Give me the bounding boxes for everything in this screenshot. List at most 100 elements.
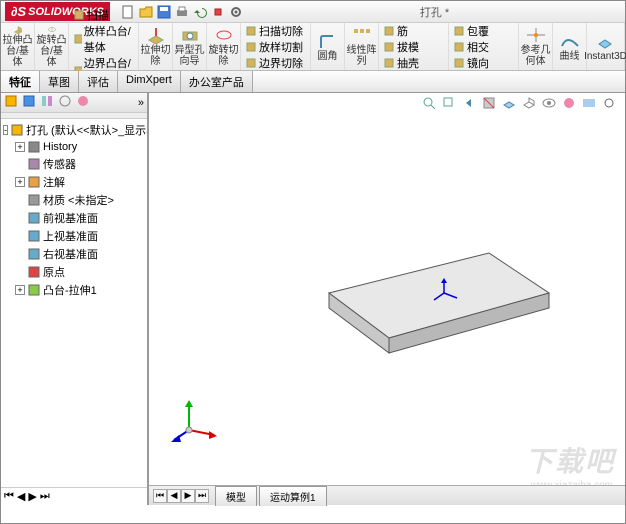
feature-tree-icon[interactable] [4, 94, 18, 111]
ribbon-fillet[interactable]: 圆角 [311, 23, 345, 70]
tree-item[interactable]: 原点 [1, 263, 147, 281]
annot-icon [27, 175, 41, 189]
open-icon[interactable] [138, 4, 154, 20]
expand-icon[interactable]: + [15, 177, 25, 187]
tree-label: 原点 [43, 264, 65, 280]
tree-item[interactable]: + 凸台-拉伸1 [1, 281, 147, 299]
history-icon [27, 140, 41, 154]
dimxpert-manager-icon[interactable] [58, 94, 72, 111]
ribbon-pattern[interactable]: 线性阵 列 [345, 23, 379, 70]
tree-item[interactable]: + 注解 [1, 173, 147, 191]
tree-item[interactable]: 材质 <未指定> [1, 191, 147, 209]
display-style-icon[interactable] [521, 95, 537, 111]
sensor-icon [27, 157, 41, 171]
hide-show-icon[interactable] [541, 95, 557, 111]
tree-item[interactable]: - 打孔 (默认<<默认>_显示状态 [1, 121, 147, 139]
part-icon [10, 123, 24, 137]
tree-label: 右视基准面 [43, 246, 98, 262]
section-view-icon[interactable] [481, 95, 497, 111]
view-settings-icon[interactable] [601, 95, 617, 111]
tree-label: 注解 [43, 174, 65, 190]
property-manager-icon[interactable] [22, 94, 36, 111]
ribbon-rib-group[interactable]: 筋拔模抽壳 [379, 23, 449, 70]
expand-icon[interactable]: + [15, 142, 25, 152]
tab-prev-icon[interactable]: ◀ [167, 489, 181, 503]
ribbon-revolve[interactable]: 旋转凸 台/基 体 [35, 23, 69, 70]
tab-3[interactable]: DimXpert [118, 71, 181, 92]
ribbon-ref-geom[interactable]: 参考几 何体 [519, 23, 553, 70]
tab-next-icon[interactable]: ▶ [181, 489, 195, 503]
watermark: 下载吧 [525, 440, 615, 480]
motion-tab-0[interactable]: 模型 [215, 486, 257, 506]
tab-0[interactable]: 特征 [1, 71, 40, 92]
nav-first-icon[interactable]: ⏮ [4, 490, 14, 503]
save-icon[interactable] [156, 4, 172, 20]
nav-last-icon[interactable]: ⏭ [40, 490, 50, 503]
tab-nav-arrows: ⏮ ◀ ▶ ⏭ [153, 489, 209, 503]
apply-scene-icon[interactable] [581, 95, 597, 111]
tree-item[interactable]: 传感器 [1, 155, 147, 173]
zoom-area-icon[interactable] [441, 95, 457, 111]
print-icon[interactable] [174, 4, 190, 20]
config-manager-icon[interactable] [40, 94, 54, 111]
feature-tree: -打孔 (默认<<默认>_显示状态+History传感器+注解材质 <未指定>前… [1, 119, 147, 305]
panel-expand-icon[interactable]: » [138, 97, 144, 109]
ribbon-curves[interactable]: 曲线 [553, 23, 587, 70]
plane-icon [27, 229, 41, 243]
quick-access-toolbar [120, 4, 244, 20]
nav-prev-icon[interactable]: ◀ [17, 490, 25, 503]
expand-icon[interactable]: - [3, 125, 8, 135]
ribbon-extrude[interactable]: 拉伸凸 台/基 体 [1, 23, 35, 70]
feature-manager-panel: » -打孔 (默认<<默认>_显示状态+History传感器+注解材质 <未指定… [1, 93, 149, 505]
ribbon-hole[interactable]: 异型孔 向导 [173, 23, 207, 70]
document-title: 打孔 * [244, 4, 625, 20]
ribbon-sweep-group[interactable]: 扫描放样凸台/基体边界凸台/基体 [69, 23, 139, 70]
rebuild-icon[interactable] [210, 4, 226, 20]
tree-item[interactable]: + History [1, 139, 147, 155]
tree-label: History [43, 141, 77, 153]
feature-icon [27, 283, 41, 297]
view-heads-up-toolbar [421, 95, 617, 111]
tab-4[interactable]: 办公室产品 [181, 71, 253, 92]
origin-marker [429, 278, 459, 308]
previous-view-icon[interactable] [461, 95, 477, 111]
ribbon-cut-sweep-group[interactable]: 扫描切除放样切割边界切除 [241, 23, 311, 70]
plane-icon [27, 211, 41, 225]
motion-tab-1[interactable]: 运动算例1 [259, 486, 327, 506]
undo-icon[interactable] [192, 4, 208, 20]
plane-icon [27, 247, 41, 261]
expand-icon[interactable]: + [15, 285, 25, 295]
ribbon-instant3d[interactable]: Instant3D [587, 23, 625, 70]
view-orientation-icon[interactable] [501, 95, 517, 111]
tree-item[interactable]: 右视基准面 [1, 245, 147, 263]
zoom-fit-icon[interactable] [421, 95, 437, 111]
command-tabs: 特征草图评估DimXpert办公室产品 [1, 71, 625, 93]
graphics-viewport[interactable]: 下载吧 www.xiazaiba.com ⏮ ◀ ▶ ⏭ 模型运动算例1 [149, 93, 625, 505]
tree-label: 凸台-拉伸1 [43, 282, 97, 298]
tree-item[interactable]: 上视基准面 [1, 227, 147, 245]
edit-appearance-icon[interactable] [561, 95, 577, 111]
display-manager-icon[interactable] [76, 94, 90, 111]
tab-last-icon[interactable]: ⏭ [195, 489, 209, 503]
tab-1[interactable]: 草图 [40, 71, 79, 92]
tree-label: 前视基准面 [43, 210, 98, 226]
material-icon [27, 193, 41, 207]
motion-tab-bar: ⏮ ◀ ▶ ⏭ 模型运动算例1 [149, 485, 625, 505]
ribbon-wrap-group[interactable]: 包覆相交镜向 [449, 23, 519, 70]
panel-bottom-nav: ⏮ ◀ ▶ ⏭ [1, 487, 147, 505]
tree-label: 打孔 (默认<<默认>_显示状态 [26, 122, 147, 138]
ribbon-cut-extrude[interactable]: 拉伸切 除 [139, 23, 173, 70]
tree-label: 材质 <未指定> [43, 192, 114, 208]
nav-next-icon[interactable]: ▶ [28, 490, 36, 503]
tree-label: 上视基准面 [43, 228, 98, 244]
orientation-triad[interactable] [169, 395, 219, 445]
panel-tabs: » [1, 93, 147, 113]
tree-label: 传感器 [43, 156, 76, 172]
tab-2[interactable]: 评估 [79, 71, 118, 92]
main-area: » -打孔 (默认<<默认>_显示状态+History传感器+注解材质 <未指定… [1, 93, 625, 505]
options-icon[interactable] [228, 4, 244, 20]
ribbon-cut-revolve[interactable]: 旋转切 除 [207, 23, 241, 70]
tab-first-icon[interactable]: ⏮ [153, 489, 167, 503]
tree-item[interactable]: 前视基准面 [1, 209, 147, 227]
ribbon: 拉伸凸 台/基 体旋转凸 台/基 体扫描放样凸台/基体边界凸台/基体拉伸切 除异… [1, 23, 625, 71]
